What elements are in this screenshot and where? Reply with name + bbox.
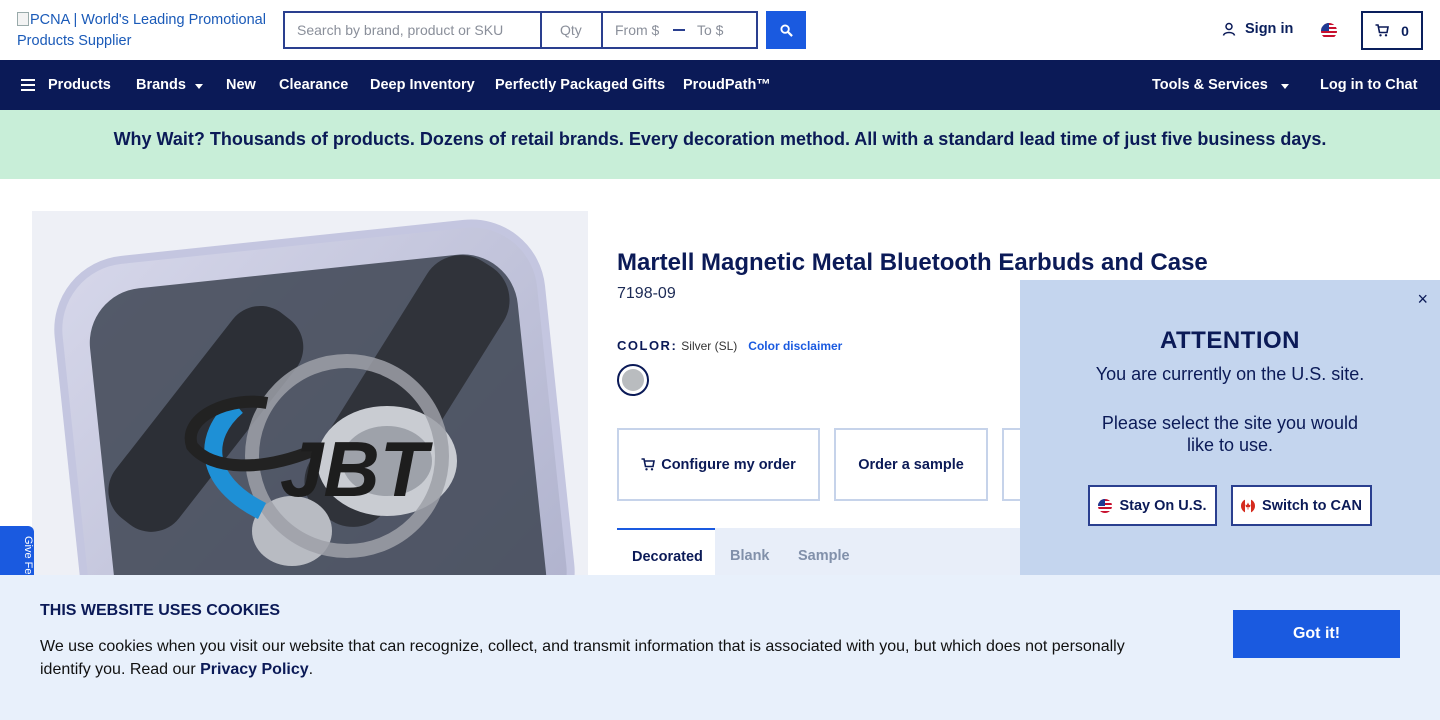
swatch-fill [622,369,644,391]
nav-clearance[interactable]: Clearance [279,77,348,93]
tab-decorated[interactable]: Decorated [617,528,715,575]
configure-order-button[interactable]: Configure my order [617,428,820,501]
switch-can-label: Switch to CAN [1262,497,1362,514]
close-icon[interactable]: × [1417,289,1428,310]
caret-down-icon [1280,83,1289,89]
price-from-input[interactable] [603,13,665,47]
product-title: Martell Magnetic Metal Bluetooth Earbuds… [617,249,1208,276]
configure-order-label: Configure my order [661,456,796,473]
logo-imprint-text: JBT [280,425,434,513]
menu-icon [21,79,35,91]
broken-image-icon [17,12,29,26]
modal-message: You are currently on the U.S. site. [1095,364,1365,384]
cart-button[interactable]: 0 [1361,11,1423,50]
order-sample-button[interactable]: Order a sample [834,428,988,501]
order-sample-label: Order a sample [858,456,964,473]
us-flag-icon[interactable] [1321,23,1337,39]
nav-deep-inventory[interactable]: Deep Inventory [370,77,475,93]
site-header: PCNA | World's Leading Promotional Produ… [0,0,1440,60]
nav-brands[interactable]: Brands [136,77,203,93]
user-icon [1222,22,1236,36]
nav-new-label: New [226,77,256,93]
nav-gifts-label: Perfectly Packaged Gifts [495,77,666,93]
modal-title: ATTENTION [1159,327,1301,354]
search-bar [283,11,758,49]
stay-us-button[interactable]: Stay On U.S. [1088,485,1217,526]
cart-icon [641,458,656,471]
nav-perfectly-packaged-gifts[interactable]: Perfectly Packaged Gifts [495,77,665,93]
nav-products[interactable]: Products [21,77,111,93]
color-row: COLOR: Silver (SL) Color disclaimer [617,338,842,353]
nav-proudpath[interactable]: ProudPath™ [683,77,771,93]
cookie-text: We use cookies when you visit our websit… [40,635,1150,681]
color-value: Silver (SL) [681,339,738,353]
nav-products-label: Products [48,77,111,93]
tab-sample[interactable]: Sample [798,528,850,575]
color-label: COLOR: [617,338,678,353]
product-sku: 7198-09 [617,285,676,302]
search-input[interactable] [285,13,542,47]
site-logo[interactable]: PCNA | World's Leading Promotional Produ… [17,10,267,52]
quantity-input[interactable] [542,13,603,47]
caret-down-icon [194,83,203,89]
got-it-button[interactable]: Got it! [1233,610,1400,658]
promo-text: Why Wait? Thousands of products. Dozens … [113,129,1327,149]
tab-blank[interactable]: Blank [730,528,770,575]
logo-alt-text: PCNA | World's Leading Promotional Produ… [17,12,266,49]
privacy-policy-link[interactable]: Privacy Policy [200,661,309,678]
stay-us-label: Stay On U.S. [1119,497,1207,514]
color-swatch-silver[interactable] [617,364,649,396]
nav-tools-label: Tools & Services [1152,77,1268,93]
cookie-period: . [308,661,314,678]
search-icon [779,23,793,37]
color-disclaimer-link[interactable]: Color disclaimer [748,339,842,353]
nav-tools-services[interactable]: Tools & Services [1152,77,1289,93]
nav-chat-label: Log in to Chat [1320,77,1418,93]
canada-flag-icon [1241,498,1256,513]
us-flag-icon [1098,498,1113,513]
cart-icon [1375,24,1390,37]
nav-new[interactable]: New [226,77,256,93]
cart-count: 0 [1401,22,1409,39]
site-selector-modal: × ATTENTION You are currently on the U.S… [1020,280,1440,575]
product-image[interactable]: JBT [32,211,588,591]
switch-can-button[interactable]: Switch to CAN [1231,485,1372,526]
earbuds-case-illustration: JBT [32,211,588,591]
price-range-dash [665,13,693,47]
nav-deep-inventory-label: Deep Inventory [370,77,475,93]
main-nav: Products Brands New Clearance Deep Inven… [0,60,1440,110]
promo-banner: Why Wait? Thousands of products. Dozens … [0,110,1440,179]
price-to-input[interactable] [693,13,753,47]
nav-clearance-label: Clearance [279,77,349,93]
sign-in-link[interactable]: Sign in [1222,21,1293,37]
modal-question: Please select the site you would like to… [1101,413,1359,455]
cookie-banner: THIS WEBSITE USES COOKIES We use cookies… [0,575,1440,720]
cookie-title: THIS WEBSITE USES COOKIES [40,602,281,619]
nav-proudpath-label: ProudPath™ [683,77,771,93]
nav-log-in-chat[interactable]: Log in to Chat [1320,77,1417,93]
nav-brands-label: Brands [136,77,186,93]
search-button[interactable] [766,11,806,49]
sign-in-label: Sign in [1245,21,1294,37]
